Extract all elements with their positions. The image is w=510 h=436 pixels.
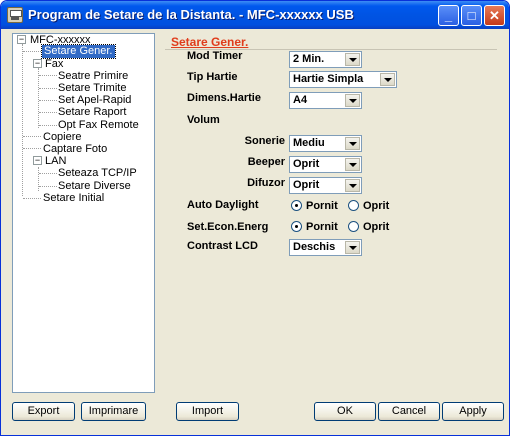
sonerie-label: Sonerie	[244, 135, 285, 147]
tree-line	[23, 136, 41, 137]
beeper-value: Oprit	[293, 158, 320, 170]
contrast-lcd-label: Contrast LCD	[187, 240, 258, 252]
settings-panel: Setare Gener. Mod Timer 2 Min. Tip Harti…	[159, 33, 501, 393]
chevron-down-icon[interactable]	[345, 137, 360, 150]
tree-line	[39, 88, 57, 89]
auto-daylight-on-label[interactable]: Pornit	[306, 200, 338, 212]
chevron-down-icon[interactable]	[345, 53, 360, 66]
sonerie-select[interactable]: Mediu	[289, 135, 362, 152]
chevron-down-icon[interactable]	[345, 158, 360, 171]
title-bar[interactable]: Program de Setare de la Distanta. - MFC-…	[1, 1, 509, 29]
maximize-button[interactable]: □	[461, 5, 482, 26]
tree-line	[23, 51, 41, 52]
collapse-fax-icon[interactable]: −	[33, 59, 42, 68]
tree-line	[23, 148, 41, 149]
tree-line	[39, 125, 57, 126]
tree-line	[39, 100, 57, 101]
window-title: Program de Setare de la Distanta. - MFC-…	[28, 7, 354, 22]
auto-daylight-label: Auto Daylight	[187, 199, 259, 211]
tip-hartie-select[interactable]: Hartie Simpla	[289, 71, 397, 88]
chevron-down-icon[interactable]	[345, 94, 360, 107]
tree-line	[39, 75, 57, 76]
tree-line	[39, 186, 57, 187]
contrast-lcd-select[interactable]: Deschis	[289, 239, 362, 256]
auto-daylight-off-radio[interactable]	[348, 200, 359, 211]
panel-title: Setare Gener.	[171, 35, 249, 49]
chevron-down-icon[interactable]	[345, 179, 360, 192]
tree-item-setare-raport[interactable]: Setare Raport	[58, 106, 126, 119]
chevron-down-icon[interactable]	[345, 241, 360, 254]
import-button[interactable]: Import	[176, 402, 239, 421]
minimize-button[interactable]: _	[438, 5, 459, 26]
beeper-select[interactable]: Oprit	[289, 156, 362, 173]
ok-button[interactable]: OK	[314, 402, 376, 421]
set-econ-off-label[interactable]: Oprit	[363, 221, 389, 233]
chevron-down-icon[interactable]	[380, 73, 395, 86]
volum-label: Volum	[187, 114, 220, 126]
difuzor-label: Difuzor	[247, 177, 285, 189]
tree-line	[38, 68, 39, 128]
settings-tree[interactable]: − MFC-xxxxxx Setare Gener. − Fax Seatre …	[12, 33, 155, 393]
tree-item-seteaza-tcpip[interactable]: Seteaza TCP/IP	[58, 167, 137, 180]
tree-item-setare-initial[interactable]: Setare Initial	[43, 192, 104, 205]
set-econ-off-radio[interactable]	[348, 221, 359, 232]
collapse-lan-icon[interactable]: −	[33, 156, 42, 165]
auto-daylight-off-label[interactable]: Oprit	[363, 200, 389, 212]
mod-timer-select[interactable]: 2 Min.	[289, 51, 362, 68]
tree-line	[38, 167, 39, 191]
auto-daylight-on-radio[interactable]	[291, 200, 302, 211]
printer-app-icon	[7, 7, 23, 23]
collapse-root-icon[interactable]: −	[17, 35, 26, 44]
sonerie-value: Mediu	[293, 137, 325, 149]
cancel-button[interactable]: Cancel	[378, 402, 440, 421]
difuzor-value: Oprit	[293, 179, 320, 191]
tree-line	[39, 173, 57, 174]
tree-item-setare-gener[interactable]: Setare Gener.	[41, 44, 116, 59]
contrast-lcd-value: Deschis	[293, 241, 336, 253]
imprimare-button[interactable]: Imprimare	[81, 402, 146, 421]
dimens-hartie-value: A4	[293, 94, 308, 106]
dimens-hartie-label: Dimens.Hartie	[187, 92, 261, 104]
tree-line	[23, 198, 41, 199]
tip-hartie-value: Hartie Simpla	[293, 73, 364, 85]
difuzor-select[interactable]: Oprit	[289, 177, 362, 194]
set-econ-energ-label: Set.Econ.Energ	[187, 221, 269, 233]
set-econ-on-label[interactable]: Pornit	[306, 221, 338, 233]
apply-button[interactable]: Apply	[442, 402, 504, 421]
dimens-hartie-select[interactable]: A4	[289, 92, 362, 109]
close-button[interactable]: ✕	[484, 5, 505, 26]
mod-timer-label: Mod Timer	[187, 50, 243, 62]
tree-line	[39, 112, 57, 113]
tip-hartie-label: Tip Hartie	[187, 71, 238, 83]
export-button[interactable]: Export	[12, 402, 75, 421]
beeper-label: Beeper	[247, 156, 285, 168]
tree-line	[22, 44, 23, 196]
mod-timer-value: 2 Min.	[293, 53, 325, 65]
app-window: Program de Setare de la Distanta. - MFC-…	[0, 0, 510, 436]
set-econ-on-radio[interactable]	[291, 221, 302, 232]
